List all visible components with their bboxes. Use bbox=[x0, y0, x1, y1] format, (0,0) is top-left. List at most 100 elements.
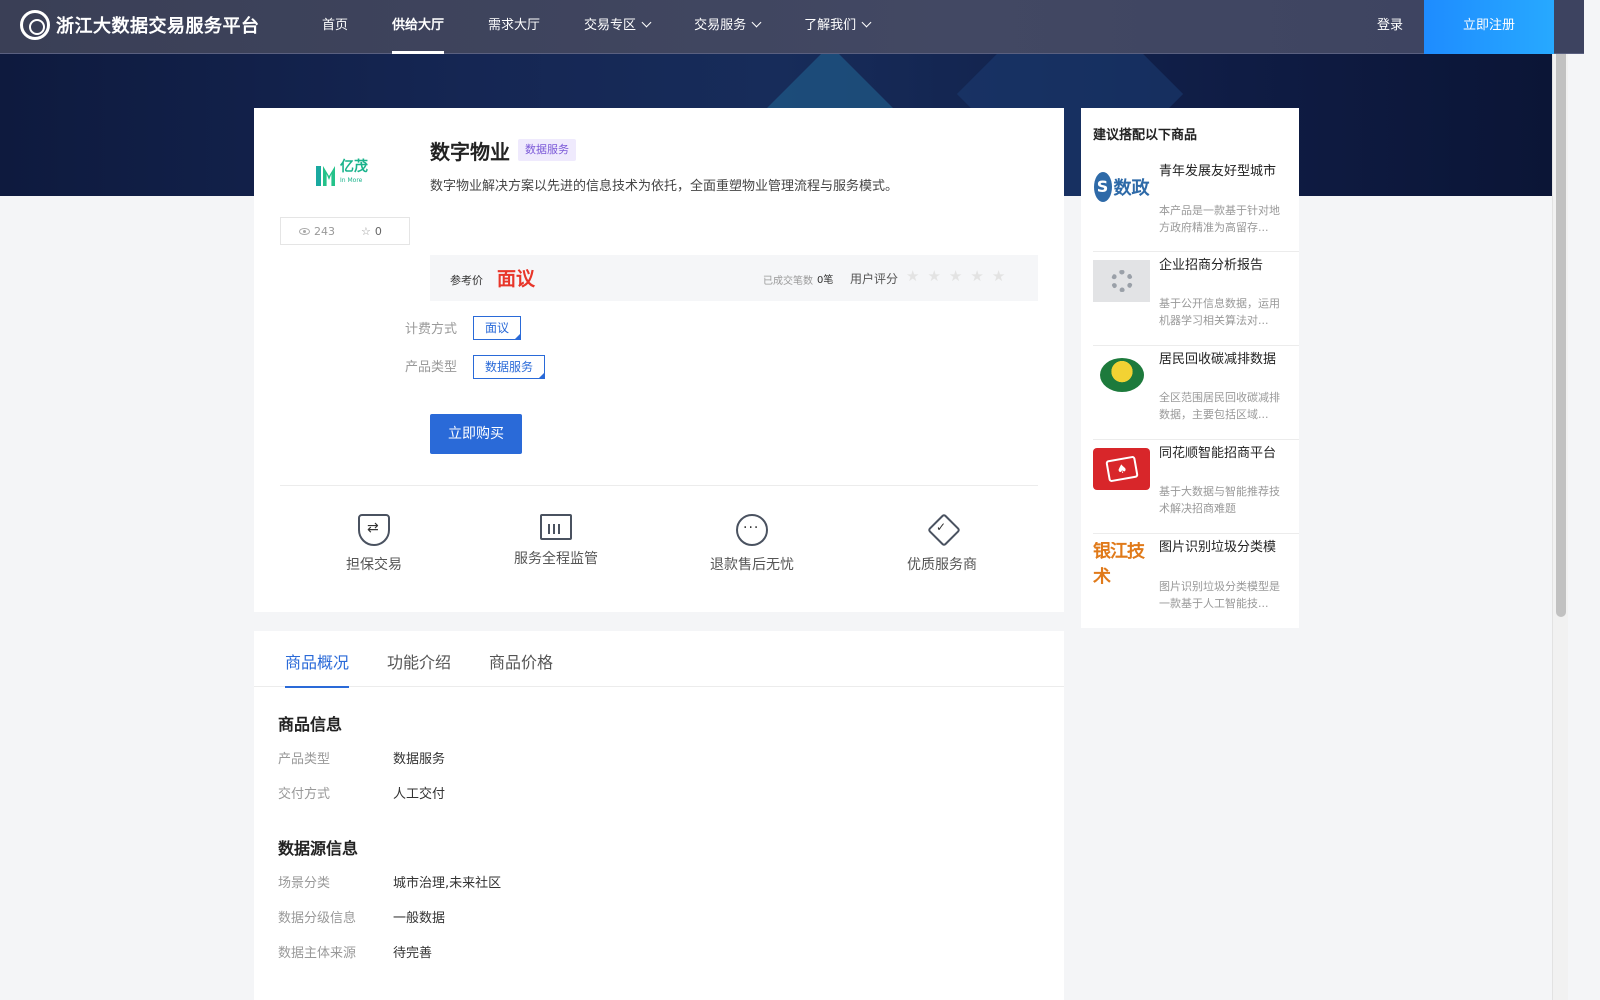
vendor-logo-mark-icon bbox=[316, 162, 336, 186]
brand[interactable]: 浙江大数据交易服务平台 bbox=[20, 10, 260, 40]
tab-overview[interactable]: 商品概况 bbox=[285, 649, 350, 688]
feature-guaranteed-trade: 担保交易 bbox=[342, 514, 406, 574]
nav-supply-hall-label: 供给大厅 bbox=[392, 18, 445, 33]
feature-quality-provider: 优质服务商 bbox=[905, 514, 979, 574]
nav-demand-hall[interactable]: 需求大厅 bbox=[488, 0, 540, 54]
divider bbox=[280, 485, 1038, 486]
item-name: 居民回收碳减排数据 bbox=[1159, 352, 1277, 367]
nav-trade-zone[interactable]: 交易专区 bbox=[584, 0, 652, 54]
eye-icon bbox=[299, 227, 310, 235]
nav-demand-hall-label: 需求大厅 bbox=[488, 18, 541, 33]
scrollbar-thumb[interactable] bbox=[1556, 2, 1566, 617]
tab-pricing[interactable]: 商品价格 bbox=[489, 649, 553, 686]
brand-mark-icon: S bbox=[1093, 172, 1112, 202]
nav-supply-hall[interactable]: 供给大厅 bbox=[392, 0, 445, 54]
star-icon: ★ bbox=[970, 267, 984, 285]
product-title: 数字物业 bbox=[430, 140, 510, 164]
rating-label: 用户评分 bbox=[850, 272, 899, 286]
star-icon: ★ bbox=[927, 267, 941, 285]
chevron-down-icon bbox=[861, 17, 872, 28]
buy-now-button[interactable]: 立即购买 bbox=[430, 414, 522, 454]
register-button[interactable]: 立即注册 bbox=[1424, 0, 1554, 54]
recommended-item[interactable]: S 数政 青年发展友好型城市 本产品是一款基于针对地方政府精准为高留存... bbox=[1093, 158, 1299, 252]
feature-label: 担保交易 bbox=[346, 557, 402, 573]
favorite-count-value: 0 bbox=[374, 224, 382, 238]
product-type-label: 产品类型 bbox=[405, 360, 458, 375]
source-label: 数据主体来源 bbox=[278, 946, 357, 961]
nav-trade-zone-label: 交易专区 bbox=[584, 18, 637, 33]
product-description: 数字物业解决方案以先进的信息技术为依托，全面重塑物业管理流程与服务模式。 bbox=[430, 179, 899, 194]
item-name: 同花顺智能招商平台 bbox=[1159, 446, 1277, 461]
shield-icon bbox=[358, 514, 390, 546]
login-link[interactable]: 登录 bbox=[1370, 0, 1410, 54]
item-description: 基于大数据与智能推荐技术解决招商难题 bbox=[1159, 485, 1280, 515]
platform-logo-icon bbox=[20, 10, 50, 40]
gear-icon bbox=[1110, 270, 1133, 292]
recommended-item[interactable]: ♠ 同花顺智能招商平台 基于大数据与智能推荐技术解决招商难题 bbox=[1093, 440, 1299, 534]
product-details: 商品概况 功能介绍 商品价格 商品信息 产品类型 数据服务 交付方式 人工交付 … bbox=[254, 631, 1064, 1000]
mascot-logo-icon bbox=[1099, 358, 1144, 392]
section-title-product-info: 商品信息 bbox=[278, 715, 343, 734]
source-value: 待完善 bbox=[393, 946, 433, 961]
info-label: 交付方式 bbox=[278, 787, 331, 802]
tab-features[interactable]: 功能介绍 bbox=[387, 649, 451, 686]
product-type-badge: 数据服务 bbox=[518, 139, 576, 161]
item-thumbnail: ♠ bbox=[1093, 448, 1150, 490]
sidebar-title: 建议搭配以下商品 bbox=[1093, 128, 1198, 143]
item-description: 本产品是一款基于针对地方政府精准为高留存... bbox=[1159, 204, 1280, 234]
recommended-item[interactable]: 企业招商分析报告 基于公开信息数据，运用机器学习相关算法对... bbox=[1093, 252, 1299, 346]
source-value: 一般数据 bbox=[393, 911, 446, 926]
star-icon: ★ bbox=[948, 267, 963, 285]
item-thumbnail bbox=[1093, 354, 1150, 396]
source-label: 数据分级信息 bbox=[278, 911, 357, 926]
recommended-item[interactable]: 居民回收碳减排数据 全区范围居民回收碳减排数据，主要包括区域... bbox=[1093, 346, 1299, 440]
nav-home-label: 首页 bbox=[322, 18, 349, 33]
item-description: 图片识别垃圾分类模型是一款基于人工智能技... bbox=[1159, 580, 1280, 610]
nav-about-us[interactable]: 了解我们 bbox=[804, 0, 872, 54]
monitor-icon bbox=[540, 514, 572, 540]
page-scrollbar[interactable] bbox=[1552, 0, 1568, 1000]
feature-label: 优质服务商 bbox=[907, 557, 977, 573]
price-label: 参考价 bbox=[450, 274, 483, 287]
deal-count-value: 0笔 bbox=[817, 275, 834, 286]
info-value: 数据服务 bbox=[393, 752, 446, 767]
feature-refund-worry-free: 退款售后无忧 bbox=[708, 514, 796, 574]
favorite-count[interactable]: ☆ 0 bbox=[361, 225, 382, 238]
vendor-logo-text: 亿茂 In More bbox=[340, 160, 368, 188]
feature-label: 服务全程监管 bbox=[514, 551, 598, 567]
chat-icon bbox=[736, 514, 768, 546]
nav-home[interactable]: 首页 bbox=[322, 0, 348, 54]
chevron-down-icon bbox=[641, 17, 652, 28]
item-thumbnail: S 数政 bbox=[1093, 166, 1150, 208]
thumbnail-text: 数政 bbox=[1113, 178, 1150, 199]
recommendation-sidebar: 建议搭配以下商品 S 数政 青年发展友好型城市 本产品是一款基于针对地方政府精准为… bbox=[1081, 108, 1299, 628]
item-name: 图片识别垃圾分类模 bbox=[1159, 540, 1277, 555]
product-type-option[interactable]: 数据服务 bbox=[473, 355, 546, 379]
nav-trade-service[interactable]: 交易服务 bbox=[694, 0, 762, 54]
item-name: 青年发展友好型城市 bbox=[1159, 164, 1277, 179]
info-value: 人工交付 bbox=[393, 787, 446, 802]
billing-option[interactable]: 面议 bbox=[473, 316, 522, 340]
item-description: 基于公开信息数据，运用机器学习相关算法对... bbox=[1159, 297, 1280, 327]
info-label: 产品类型 bbox=[278, 752, 331, 767]
section-title-data-source: 数据源信息 bbox=[278, 839, 359, 858]
recommended-item[interactable]: 银江技术 图片识别垃圾分类模 图片识别垃圾分类模型是一款基于人工智能技... bbox=[1093, 534, 1299, 628]
brand-name: 浙江大数据交易服务平台 bbox=[56, 16, 260, 37]
item-thumbnail: 银江技术 bbox=[1093, 542, 1150, 584]
price-value: 面议 bbox=[497, 268, 536, 290]
rating-stars: ★ ★ ★ ★ ★ bbox=[906, 267, 1013, 285]
top-navbar: 浙江大数据交易服务平台 首页 供给大厅 需求大厅 交易专区 交易服务 了解我们 … bbox=[0, 0, 1584, 54]
view-count: 243 bbox=[299, 225, 335, 238]
thumbnail-text: 银江技术 bbox=[1093, 542, 1145, 584]
star-icon: ★ bbox=[906, 267, 920, 285]
diamond-icon bbox=[926, 514, 958, 546]
detail-tabs: 商品概况 功能介绍 商品价格 bbox=[254, 631, 1064, 688]
nav-about-us-label: 了解我们 bbox=[804, 18, 857, 33]
nav-trade-service-label: 交易服务 bbox=[694, 18, 747, 33]
source-value: 城市治理,未来社区 bbox=[393, 876, 502, 891]
feature-full-supervision: 服务全程监管 bbox=[512, 514, 600, 568]
vendor-logo-sub: In More bbox=[340, 177, 363, 184]
main-nav: 首页 供给大厅 需求大厅 交易专区 交易服务 了解我们 bbox=[300, 0, 892, 54]
source-label: 场景分类 bbox=[278, 876, 331, 891]
price-bar: 参考价 面议 已成交笔数 0笔 用户评分 ★ ★ ★ ★ ★ bbox=[430, 255, 1038, 301]
